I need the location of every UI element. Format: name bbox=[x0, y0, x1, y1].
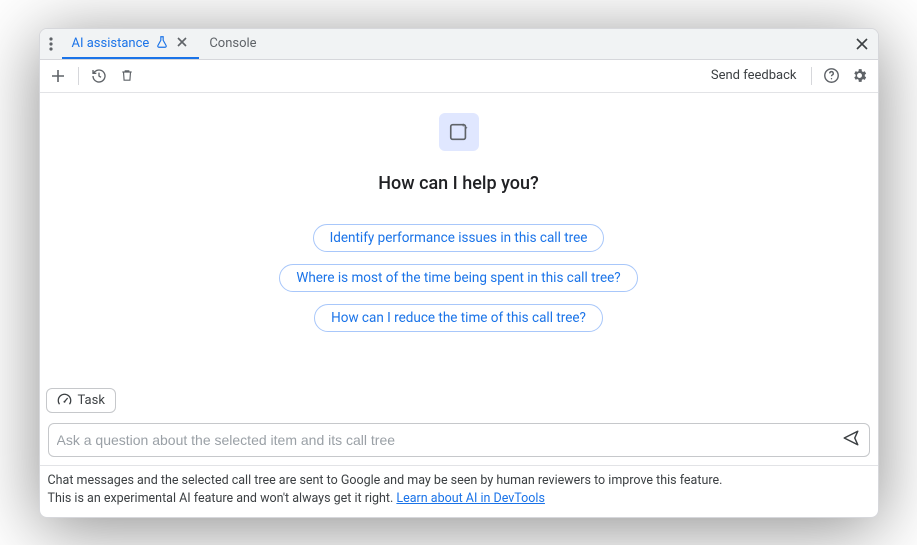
help-icon bbox=[823, 67, 840, 84]
divider bbox=[811, 67, 812, 85]
prompt-input-box[interactable] bbox=[48, 423, 870, 457]
help-button[interactable] bbox=[820, 64, 844, 88]
disclaimer: Chat messages and the selected call tree… bbox=[40, 465, 878, 516]
tab-label: AI assistance bbox=[72, 36, 150, 51]
delete-button[interactable] bbox=[115, 64, 139, 88]
close-panel-button[interactable] bbox=[846, 29, 878, 59]
send-icon bbox=[841, 429, 861, 447]
page-title: How can I help you? bbox=[378, 173, 538, 194]
tab-bar: AI assistance Console bbox=[40, 29, 878, 60]
disclaimer-line-1: Chat messages and the selected call tree… bbox=[48, 473, 723, 488]
plus-icon bbox=[51, 69, 65, 83]
tab-label: Console bbox=[209, 36, 256, 51]
main-content: How can I help you? Identify performance… bbox=[40, 93, 878, 414]
suggestion-list: Identify performance issues in this call… bbox=[279, 224, 637, 332]
tab-console[interactable]: Console bbox=[199, 29, 266, 59]
devtools-window: AI assistance Console Send feedback bbox=[39, 28, 879, 518]
history-icon bbox=[91, 68, 107, 84]
suggestion-chip[interactable]: Identify performance issues in this call… bbox=[313, 224, 605, 252]
new-chat-button[interactable] bbox=[46, 64, 70, 88]
suggestion-chip[interactable]: Where is most of the time being spent in… bbox=[279, 264, 637, 292]
panel-more-button[interactable] bbox=[40, 29, 62, 59]
trash-icon bbox=[120, 68, 134, 83]
send-feedback-button[interactable]: Send feedback bbox=[705, 68, 803, 83]
close-icon bbox=[856, 38, 868, 50]
close-icon bbox=[177, 37, 187, 47]
divider bbox=[78, 67, 79, 85]
suggestion-chip[interactable]: How can I reduce the time of this call t… bbox=[314, 304, 603, 332]
hero-icon-container bbox=[439, 113, 479, 151]
speedometer-icon bbox=[57, 393, 72, 408]
tab-ai-assistance[interactable]: AI assistance bbox=[62, 29, 200, 59]
task-selector-button[interactable]: Task bbox=[46, 388, 116, 413]
flask-icon bbox=[155, 35, 169, 53]
prompt-input[interactable] bbox=[57, 432, 833, 448]
tab-close-button[interactable] bbox=[175, 35, 189, 52]
task-label: Task bbox=[78, 393, 105, 408]
learn-more-link[interactable]: Learn about AI in DevTools bbox=[396, 491, 545, 506]
kebab-icon bbox=[49, 37, 53, 51]
ai-spark-icon bbox=[448, 121, 470, 143]
history-button[interactable] bbox=[87, 64, 111, 88]
gear-icon bbox=[851, 67, 868, 84]
disclaimer-line-2-prefix: This is an experimental AI feature and w… bbox=[48, 491, 397, 506]
send-button[interactable] bbox=[841, 429, 861, 451]
input-row bbox=[40, 413, 878, 465]
settings-button[interactable] bbox=[848, 64, 872, 88]
toolbar: Send feedback bbox=[40, 60, 878, 93]
